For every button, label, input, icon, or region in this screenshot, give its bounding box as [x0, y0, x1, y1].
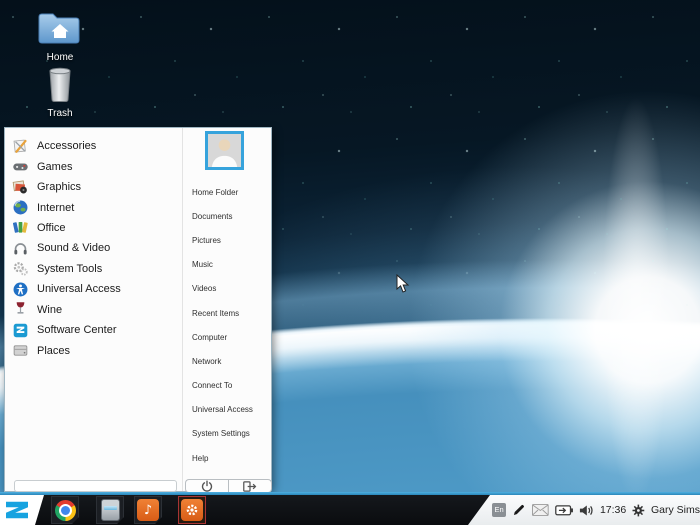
pen-icon[interactable]	[512, 503, 526, 517]
battery-charging-icon[interactable]	[554, 504, 574, 516]
desktop-icon-trash[interactable]: Trash	[32, 66, 88, 119]
desktop-icon-label: Home	[46, 52, 74, 63]
menu-category-games[interactable]: Games	[5, 156, 182, 176]
internet-icon	[13, 200, 28, 215]
file-manager-icon	[101, 499, 120, 521]
menu-category-label: Universal Access	[37, 283, 121, 296]
menu-category-label: Internet	[37, 201, 75, 214]
menu-category-software-center[interactable]: Software Center	[5, 320, 182, 340]
taskbar-app-music-player[interactable]: ♪	[134, 496, 162, 524]
menu-category-label: Accessories	[37, 140, 97, 153]
menu-place-recent-items[interactable]: Recent Items	[183, 301, 272, 325]
menu-place-system-settings[interactable]: System Settings	[183, 422, 272, 446]
session-buttons	[185, 479, 272, 493]
accessories-icon	[13, 139, 27, 153]
menu-category-system-tools[interactable]: System Tools	[5, 259, 182, 279]
office-icon	[12, 222, 28, 234]
menu-category-places[interactable]: Places	[5, 340, 182, 360]
menu-category-office[interactable]: Office	[5, 218, 182, 238]
software-center-icon	[13, 323, 28, 337]
sound-video-icon	[14, 243, 27, 255]
user-name[interactable]: Gary Sims	[651, 504, 700, 516]
menu-category-label: Graphics	[37, 181, 82, 194]
places-icon	[13, 345, 28, 356]
menu-place-computer[interactable]: Computer	[183, 325, 272, 349]
taskbar-app-chrome[interactable]	[51, 496, 79, 524]
taskbar: ♪ En 17:36 Gary Sims	[0, 492, 700, 525]
desktop: Home Trash Accessories Games Graphics In…	[0, 0, 700, 525]
person-avatar-icon	[208, 134, 241, 167]
menu-category-label: Games	[37, 160, 73, 173]
menu-place-pictures[interactable]: Pictures	[183, 228, 272, 252]
gear-icon	[181, 499, 203, 521]
menu-place-network[interactable]: Network	[183, 349, 272, 373]
desktop-icon-home[interactable]: Home	[32, 10, 88, 63]
music-note-icon: ♪	[137, 499, 159, 521]
menu-category-label: Office	[37, 221, 66, 234]
volume-icon[interactable]	[579, 504, 594, 517]
graphics-icon	[12, 179, 27, 194]
desktop-icon-label: Trash	[47, 108, 73, 119]
menu-places-column: Home Folder Documents Pictures Music Vid…	[183, 128, 272, 493]
home-folder-icon	[38, 13, 80, 44]
menu-place-connect-to[interactable]: Connect To	[183, 374, 272, 398]
power-icon	[201, 480, 213, 492]
system-tools-icon	[13, 262, 28, 276]
taskbar-app-file-manager[interactable]	[96, 496, 124, 524]
menu-place-universal-access[interactable]: Universal Access	[183, 398, 272, 422]
logout-button[interactable]	[228, 479, 272, 493]
games-icon	[13, 163, 28, 171]
menu-category-label: Wine	[37, 303, 63, 316]
universal-access-icon	[13, 282, 28, 297]
mail-icon[interactable]	[531, 504, 549, 516]
menu-category-label: Sound & Video	[37, 242, 111, 255]
chrome-icon	[55, 500, 76, 521]
system-tray: En 17:36 Gary Sims	[468, 495, 700, 525]
trash-icon	[49, 67, 71, 102]
menu-category-graphics[interactable]: Graphics	[5, 177, 182, 197]
menu-category-accessories[interactable]: Accessories	[5, 136, 182, 156]
mouse-cursor	[396, 274, 410, 293]
menu-category-label: System Tools	[37, 262, 103, 275]
menu-place-help[interactable]: Help	[183, 446, 272, 470]
menu-place-music[interactable]: Music	[183, 253, 272, 277]
menu-search-input[interactable]	[14, 480, 177, 492]
menu-place-documents[interactable]: Documents	[183, 204, 272, 228]
menu-place-home-folder[interactable]: Home Folder	[183, 180, 272, 204]
taskbar-app-software-center[interactable]	[178, 496, 206, 524]
shutdown-button[interactable]	[185, 479, 228, 493]
session-gear-icon[interactable]	[632, 504, 645, 517]
menu-category-internet[interactable]: Internet	[5, 197, 182, 217]
zorin-z-icon	[6, 501, 28, 519]
menu-category-label: Places	[37, 344, 71, 357]
menu-category-label: Software Center	[37, 324, 117, 337]
logout-icon	[243, 480, 257, 492]
wine-icon	[16, 302, 25, 314]
menu-place-videos[interactable]: Videos	[183, 277, 272, 301]
start-menu: Accessories Games Graphics Internet Offi…	[4, 127, 272, 493]
menu-category-sound-video[interactable]: Sound & Video	[5, 238, 182, 258]
menu-category-wine[interactable]: Wine	[5, 300, 182, 320]
menu-categories-column: Accessories Games Graphics Internet Offi…	[5, 128, 183, 492]
clock[interactable]: 17:36	[600, 504, 626, 516]
user-avatar[interactable]	[205, 131, 244, 170]
keyboard-layout-indicator[interactable]: En	[492, 503, 507, 517]
start-menu-button[interactable]	[0, 495, 44, 525]
menu-category-universal-access[interactable]: Universal Access	[5, 279, 182, 299]
